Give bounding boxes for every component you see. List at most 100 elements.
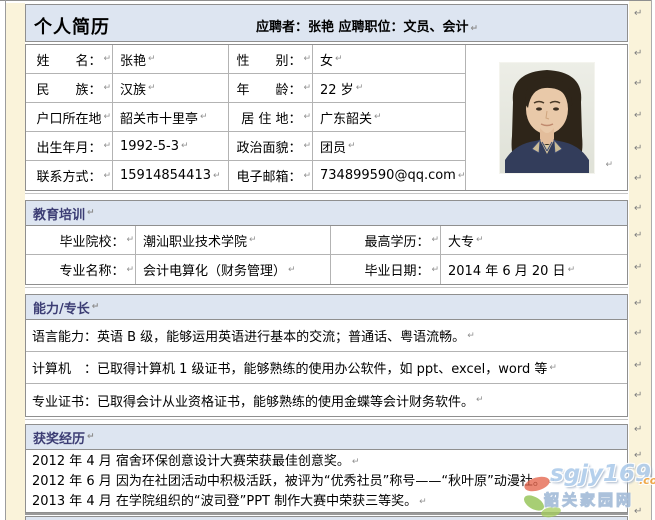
education-header-band: 教育培训↵	[26, 201, 627, 226]
cell-mark: ↵	[303, 83, 311, 93]
cell-mark: ↵	[568, 265, 576, 275]
field-label: 居 住 地：↵	[229, 103, 313, 132]
cell-mark: ↵	[303, 141, 311, 151]
paragraph-mark: ↵	[634, 506, 642, 517]
cell-mark: ↵	[103, 171, 111, 181]
paragraph-mark: ↵	[471, 24, 479, 34]
cell-mark: ↵	[348, 141, 356, 151]
field-value: 汉族↵	[113, 74, 229, 103]
cell-mark: ↵	[181, 141, 189, 151]
field-label: 最高学历：↵	[331, 226, 441, 255]
field-value: 15914854413↵	[113, 161, 229, 190]
cell-mark: ↵	[103, 112, 111, 122]
left-margin-strip	[6, 3, 25, 520]
paragraph-mark: ↵	[634, 230, 642, 241]
cell-mark: ↵	[126, 235, 134, 245]
field-label: 民 族：↵	[26, 74, 113, 103]
cell-mark: ↵	[126, 265, 134, 275]
skill-row: 专业证书：已取得会计从业资格证书，能够熟练的使用金蝶等会计财务软件。↵	[26, 384, 627, 416]
field-value: 734899590@qq.com↵	[313, 161, 466, 190]
award-line: 2012 年 6 月 因为在社团活动中积极活跃，被评为“优秀社员”称号——“秋叶…	[32, 472, 621, 492]
applicant-info: 应聘者：张艳 应聘职位：文员、会计↵	[256, 16, 478, 35]
field-value: 广东韶关↵	[313, 103, 466, 132]
cell-mark: ↵	[148, 54, 156, 64]
section-awards: 获奖经历↵ 2012 年 4 月 宿舍环保创意设计大赛荣获最佳创意奖。↵ 201…	[25, 424, 628, 513]
personal-info-table: 姓 名：↵ 张艳↵ 性 别：↵ 女↵	[25, 44, 628, 191]
cell-mark: ↵	[467, 331, 475, 341]
field-value: 大专↵	[441, 226, 627, 255]
cell-mark: ↵	[213, 171, 221, 181]
field-label: 性 别：↵	[229, 45, 313, 74]
section-divider	[25, 193, 628, 194]
skill-row: 计算机 ：已取得计算机 1 级证书，能够熟练的使用办公软件，如 ppt、exce…	[26, 352, 627, 384]
paragraph-mark: ↵	[634, 143, 642, 154]
cell-mark: ↵	[103, 83, 111, 93]
cell-mark: ↵	[356, 83, 364, 93]
field-label: 电子邮箱：↵	[229, 161, 313, 190]
cell-mark: ↵	[288, 265, 296, 275]
paragraph-mark: ↵	[92, 302, 100, 312]
paragraph-mark: ↵	[634, 390, 642, 401]
section-divider	[25, 287, 628, 288]
paragraph-mark: ↵	[419, 492, 427, 512]
cell-mark: ↵	[476, 235, 484, 245]
photo-cell: ↵	[466, 45, 627, 190]
resume-page: ↵ ↵ ↵ ↵ ↵ ↵ ↵ ↵ ↵ ↵ ↵ ↵ ↵ ↵ ↵ ↵ 个人简历 应聘者…	[0, 0, 655, 520]
paragraph-mark: ↵	[634, 328, 642, 339]
field-value: 22 岁↵	[313, 74, 466, 103]
field-value: 张艳↵	[113, 45, 229, 74]
cell-mark: ↵	[335, 54, 343, 64]
cell-mark: ↵	[148, 83, 156, 93]
paragraph-mark: ↵	[87, 208, 95, 218]
paragraph-mark: ↵	[634, 360, 642, 371]
right-edge	[651, 0, 655, 520]
cell-mark: ↵	[303, 54, 311, 64]
cell-mark: ↵	[431, 265, 439, 275]
cell-mark: ↵	[200, 112, 208, 122]
cell-mark: ↵	[458, 171, 466, 181]
awards-block: 2012 年 4 月 宿舍环保创意设计大赛荣获最佳创意奖。↵ 2012 年 6 …	[26, 450, 627, 512]
field-value: 韶关市十里亭↵	[113, 103, 229, 132]
cell-mark: ↵	[303, 112, 311, 122]
field-label: 毕业日期：↵	[331, 255, 441, 284]
field-label: 年 龄：↵	[229, 74, 313, 103]
cell-mark: ↵	[303, 171, 311, 181]
applicant-info-text: 应聘者：张艳 应聘职位：文员、会计	[256, 20, 469, 35]
section-divider	[25, 419, 628, 420]
skill-row: 语言能力：英语 B 级，能够运用英语进行基本的交流；普通话、粤语流畅。↵	[26, 320, 627, 352]
paragraph-mark: ↵	[548, 472, 556, 492]
paragraph-mark: ↵	[634, 450, 642, 461]
paragraph-mark: ↵	[634, 8, 642, 19]
paragraph-mark: ↵	[634, 78, 642, 89]
paragraph-mark: ↵	[634, 110, 642, 121]
cell-mark: ↵	[103, 54, 111, 64]
paragraph-mark: ↵	[634, 173, 642, 184]
cell-mark: ↵	[476, 395, 484, 405]
cell-mark: ↵	[249, 235, 257, 245]
paragraph-mark: ↵	[634, 424, 642, 435]
section-education: 教育培训↵ 毕业院校：↵ 潮汕职业技术学院↵ 最高学历：↵ 大专↵ 专业名称：↵…	[25, 200, 628, 285]
field-value: 会计电算化（财务管理）↵	[136, 255, 331, 284]
field-label: 政治面貌：↵	[229, 132, 313, 161]
skills-header-band: 能力/专长↵	[26, 295, 627, 320]
field-value: 团员↵	[313, 132, 466, 161]
section-skills: 能力/专长↵ 语言能力：英语 B 级，能够运用英语进行基本的交流；普通话、粤语流…	[25, 294, 628, 417]
cell-mark: ↵	[103, 141, 111, 151]
cell-mark: ↵	[374, 112, 382, 122]
top-border-line	[0, 0, 655, 1]
education-table: 毕业院校：↵ 潮汕职业技术学院↵ 最高学历：↵ 大专↵ 专业名称：↵ 会计电算化…	[26, 226, 627, 284]
margin-paragraph-marks: ↵ ↵ ↵ ↵ ↵ ↵ ↵ ↵ ↵ ↵ ↵ ↵ ↵ ↵ ↵ ↵	[632, 0, 650, 520]
field-label: 姓 名：↵	[26, 45, 113, 74]
cell-mark: ↵	[549, 363, 557, 373]
field-value: 1992-5-3↵	[113, 132, 229, 161]
page-title: 个人简历	[34, 13, 110, 39]
paragraph-mark: ↵	[634, 203, 642, 214]
section-title: 教育培训	[33, 204, 85, 223]
field-label: 出生年月：↵	[26, 132, 113, 161]
field-value: 2014 年 6 月 20 日↵	[441, 255, 627, 284]
cell-mark: ↵	[431, 235, 439, 245]
paragraph-mark: ↵	[634, 262, 642, 273]
section-title: 能力/专长	[33, 298, 90, 317]
field-label: 毕业院校：↵	[26, 226, 136, 255]
paragraph-mark: ↵	[634, 48, 642, 59]
